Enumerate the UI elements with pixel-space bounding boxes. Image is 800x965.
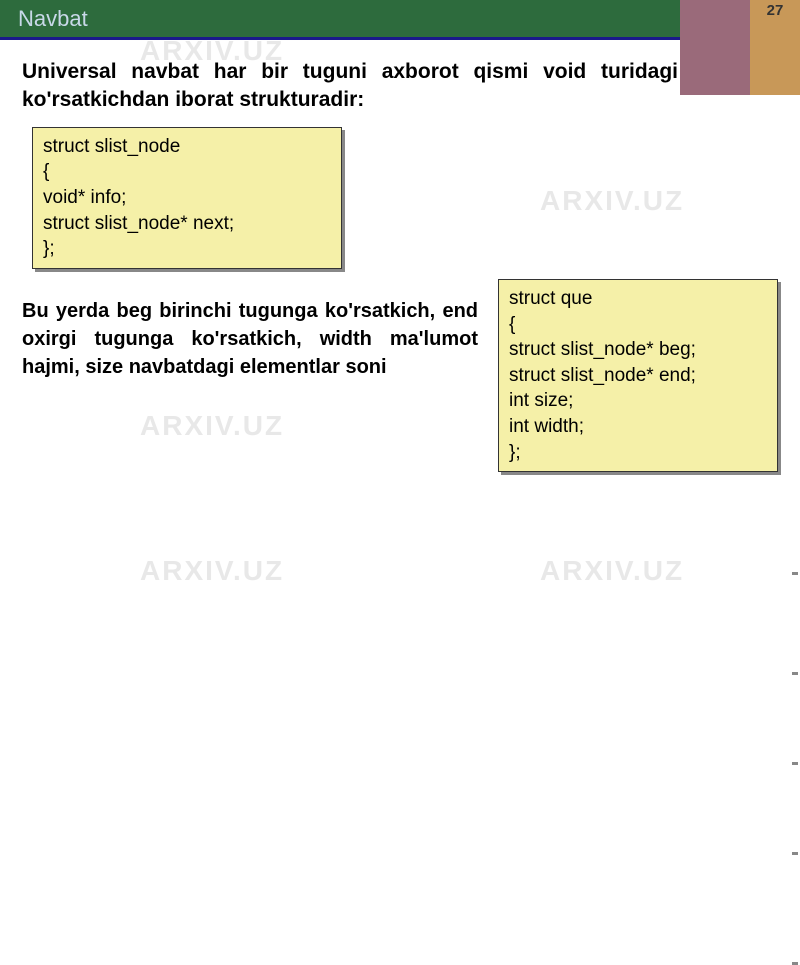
code-line: void* info; [43,185,331,211]
watermark: ARXIV.UZ [540,555,684,587]
slide-title: Navbat [18,6,88,32]
tick-mark [792,852,798,855]
header-accent-purple [680,0,750,40]
slide-header: Navbat 27 [0,0,800,40]
code-line: }; [509,440,767,466]
lower-section: Bu yerda beg birinchi tugunga ko'rsatkic… [22,289,778,472]
slide-content: Universal navbat har bir tuguni axborot … [0,40,800,472]
code-block-slist-node: struct slist_node { void* info; struct s… [32,127,342,269]
code-line: struct slist_node* beg; [509,337,767,363]
tick-mark [792,672,798,675]
header-page-section: 27 [750,0,800,40]
description-paragraph: Bu yerda beg birinchi tugunga ko'rsatkic… [22,289,478,381]
code-block-que: struct que { struct slist_node* beg; str… [498,279,778,472]
page-number: 27 [767,2,784,19]
code-line: struct slist_node [43,134,331,160]
code-line: struct slist_node* next; [43,211,331,237]
tick-mark [792,572,798,575]
code-line: struct slist_node* end; [509,363,767,389]
code-line: { [509,312,767,338]
code-line: }; [43,236,331,262]
header-title-section: Navbat [0,0,680,40]
tick-mark [792,762,798,765]
code-line: int width; [509,414,767,440]
intro-paragraph: Universal navbat har bir tuguni axborot … [22,58,778,115]
code-line: { [43,159,331,185]
code-line: int size; [509,388,767,414]
code-line: struct que [509,286,767,312]
watermark: ARXIV.UZ [140,555,284,587]
